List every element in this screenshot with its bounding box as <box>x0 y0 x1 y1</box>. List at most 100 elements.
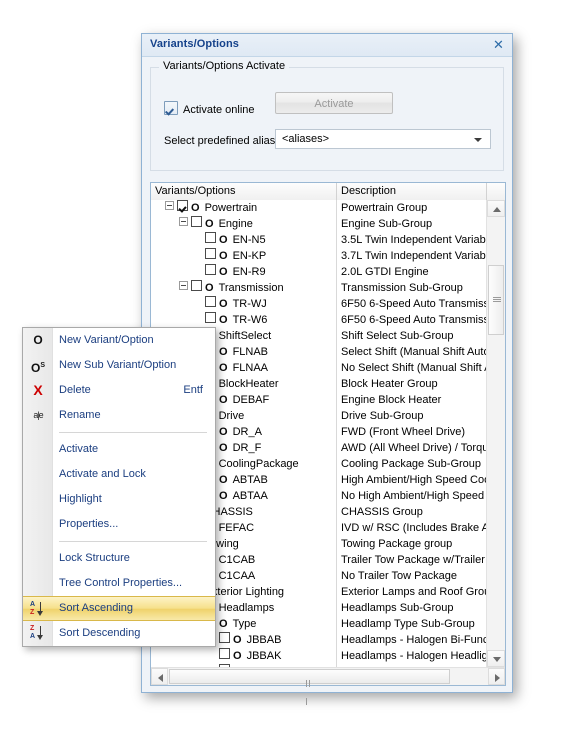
tree-row[interactable]: O Transmission Transmission Sub-Group <box>151 280 486 296</box>
tree-row[interactable]: O TR-WJ 6F50 6-Speed Auto Transmission (3.… <box>151 296 486 312</box>
tree-row-checkbox[interactable] <box>191 216 202 227</box>
scroll-right-button[interactable] <box>488 668 505 685</box>
tree-row-checkbox[interactable] <box>205 296 216 307</box>
tree-row-checkbox[interactable] <box>191 280 202 291</box>
tree-row-checkbox[interactable] <box>219 632 230 643</box>
tree-row-label: FLNAA <box>232 362 269 374</box>
tree-no-expander <box>193 233 202 242</box>
activate-online-label: Activate online <box>183 104 255 116</box>
menu-item-delete[interactable]: X Delete Entf <box>23 378 215 403</box>
tree-row[interactable]: O JBBAK Headlamps - Halogen Headlights (Fo… <box>151 648 486 664</box>
alias-value: <aliases> <box>282 133 330 145</box>
tree-row-label: FLNAB <box>232 346 269 358</box>
tree-row-description: Headlamps - Halogen Bi-Functional P <box>341 634 486 646</box>
tree-row-checkbox[interactable] <box>205 248 216 259</box>
tree-context-menu: O New Variant/Option OS New Sub Variant/Opt… <box>22 327 216 647</box>
option-o-icon: O <box>219 250 228 262</box>
tree-row-label: JBBAB <box>246 634 282 646</box>
menu-item-tree-control-properties[interactable]: Tree Control Properties... <box>23 571 215 596</box>
tree-row-label: FEFAC <box>218 522 255 534</box>
tree-row-name-cell[interactable]: O TR-WJ <box>151 296 337 312</box>
menu-item-label: Delete <box>59 384 91 396</box>
tree-row-description: AWD (All Wheel Drive) / Torque on D <box>341 442 486 454</box>
tree-row-name-cell[interactable]: O JBBAK <box>151 648 337 664</box>
rename-icon: a|e <box>33 410 43 420</box>
menu-item-sort-descending[interactable]: Z A Sort Descending <box>23 621 215 646</box>
tree-row-name-cell[interactable]: O Engine <box>151 216 337 232</box>
menu-item-properties[interactable]: Properties... <box>23 512 215 537</box>
tree-row-name-cell[interactable]: O EN-R9 <box>151 264 337 280</box>
activate-online-row[interactable]: Activate online <box>164 100 255 118</box>
tree-row[interactable]: O TR-W6 6F50 6-Speed Auto Transmission (2.… <box>151 312 486 328</box>
tree-row-name-cell[interactable]: O EN-KP <box>151 248 337 264</box>
tree-row[interactable]: O Engine Engine Sub-Group <box>151 216 486 232</box>
column-header-extra[interactable] <box>487 183 505 200</box>
vertical-scroll-thumb[interactable] <box>488 265 504 335</box>
expander-minus-icon[interactable] <box>179 217 188 226</box>
tree-row-name-cell[interactable]: O EN-N5 <box>151 232 337 248</box>
tree-row-description: 2.0L GTDI Engine <box>341 266 429 278</box>
tree-row[interactable]: O EN-R9 2.0L GTDI Engine <box>151 264 486 280</box>
menu-item-label: Lock Structure <box>59 552 130 564</box>
option-o-icon: O <box>219 266 228 278</box>
activate-button[interactable]: Activate <box>275 92 393 114</box>
tree-row-description: FWD (Front Wheel Drive) <box>341 426 466 438</box>
tree-row-name-cell[interactable]: O Powertrain <box>151 200 337 216</box>
menu-item-rename[interactable]: a|e Rename <box>23 403 215 428</box>
close-icon[interactable]: ✕ <box>491 37 506 52</box>
tree-row-label: C1CAB <box>218 554 256 566</box>
tree-row-checkbox[interactable] <box>205 232 216 243</box>
tree-row-name-cell[interactable]: O Transmission <box>151 280 337 296</box>
scroll-left-button[interactable] <box>151 668 168 685</box>
tree-row-description: Engine Block Heater <box>341 394 442 406</box>
menu-item-new-variant-option[interactable]: O New Variant/Option <box>23 328 215 353</box>
chevron-down-icon[interactable] <box>474 138 482 142</box>
tree-row[interactable]: O Powertrain Powertrain Group <box>151 200 486 216</box>
menu-item-highlight[interactable]: Highlight <box>23 487 215 512</box>
expander-minus-icon[interactable] <box>179 281 188 290</box>
menu-item-sort-ascending[interactable]: A Z Sort Ascending <box>23 596 215 621</box>
tree-row-label: EN-KP <box>232 250 267 262</box>
horizontal-scrollbar[interactable] <box>151 667 505 705</box>
tree-row-description: 3.5L Twin Independent Variable Cam <box>341 234 486 246</box>
menu-separator <box>59 541 207 542</box>
tree-row-checkbox[interactable] <box>205 312 216 323</box>
option-o-icon: O <box>219 314 228 326</box>
scroll-down-button[interactable] <box>487 650 505 667</box>
sort-ascending-icon: AZ <box>29 601 47 618</box>
caret-left-icon <box>158 674 163 682</box>
menu-item-activate-and-lock[interactable]: Activate and Lock <box>23 462 215 487</box>
scroll-up-button[interactable] <box>487 200 505 217</box>
horizontal-scroll-thumb[interactable] <box>169 669 450 705</box>
alias-combobox[interactable]: <aliases> <box>275 129 491 149</box>
menu-item-lock-structure[interactable]: Lock Structure <box>23 546 215 571</box>
column-header-description[interactable]: Description <box>337 183 487 200</box>
tree-row-checkbox[interactable] <box>205 264 216 275</box>
tree-row-description: Headlamp Type Sub-Group <box>341 618 475 630</box>
scroll-grip-icon <box>493 297 501 303</box>
tree-row-label: Exterior Lighting <box>204 586 285 598</box>
tree-row-checkbox[interactable] <box>219 648 230 659</box>
tree-row[interactable]: O EN-KP 3.7L Twin Independent Variable Cam <box>151 248 486 264</box>
menu-item-new-sub-variant-option[interactable]: OS New Sub Variant/Option <box>23 353 215 378</box>
vertical-scrollbar[interactable] <box>486 200 505 667</box>
tree-row-description: Drive Sub-Group <box>341 410 424 422</box>
menu-item-shortcut: Entf <box>183 384 203 396</box>
tree-row[interactable]: O EN-N5 3.5L Twin Independent Variable Cam <box>151 232 486 248</box>
column-header-variants[interactable]: Variants/Options <box>151 183 337 200</box>
expander-minus-icon[interactable] <box>165 201 174 210</box>
scroll-grip-icon <box>305 674 314 705</box>
menu-item-activate[interactable]: Activate <box>23 437 215 462</box>
tree-row-description: Cooling Package Sub-Group <box>341 458 482 470</box>
dialog-titlebar[interactable]: Variants/Options ✕ <box>142 34 512 57</box>
menu-item-label: New Sub Variant/Option <box>59 359 177 371</box>
tree-no-expander <box>193 249 202 258</box>
activate-online-checkbox[interactable] <box>164 101 178 115</box>
tree-row-label: Powertrain <box>204 202 258 214</box>
tree-row-name-cell[interactable]: O TR-W6 <box>151 312 337 328</box>
tree-row-checkbox[interactable] <box>177 200 188 211</box>
